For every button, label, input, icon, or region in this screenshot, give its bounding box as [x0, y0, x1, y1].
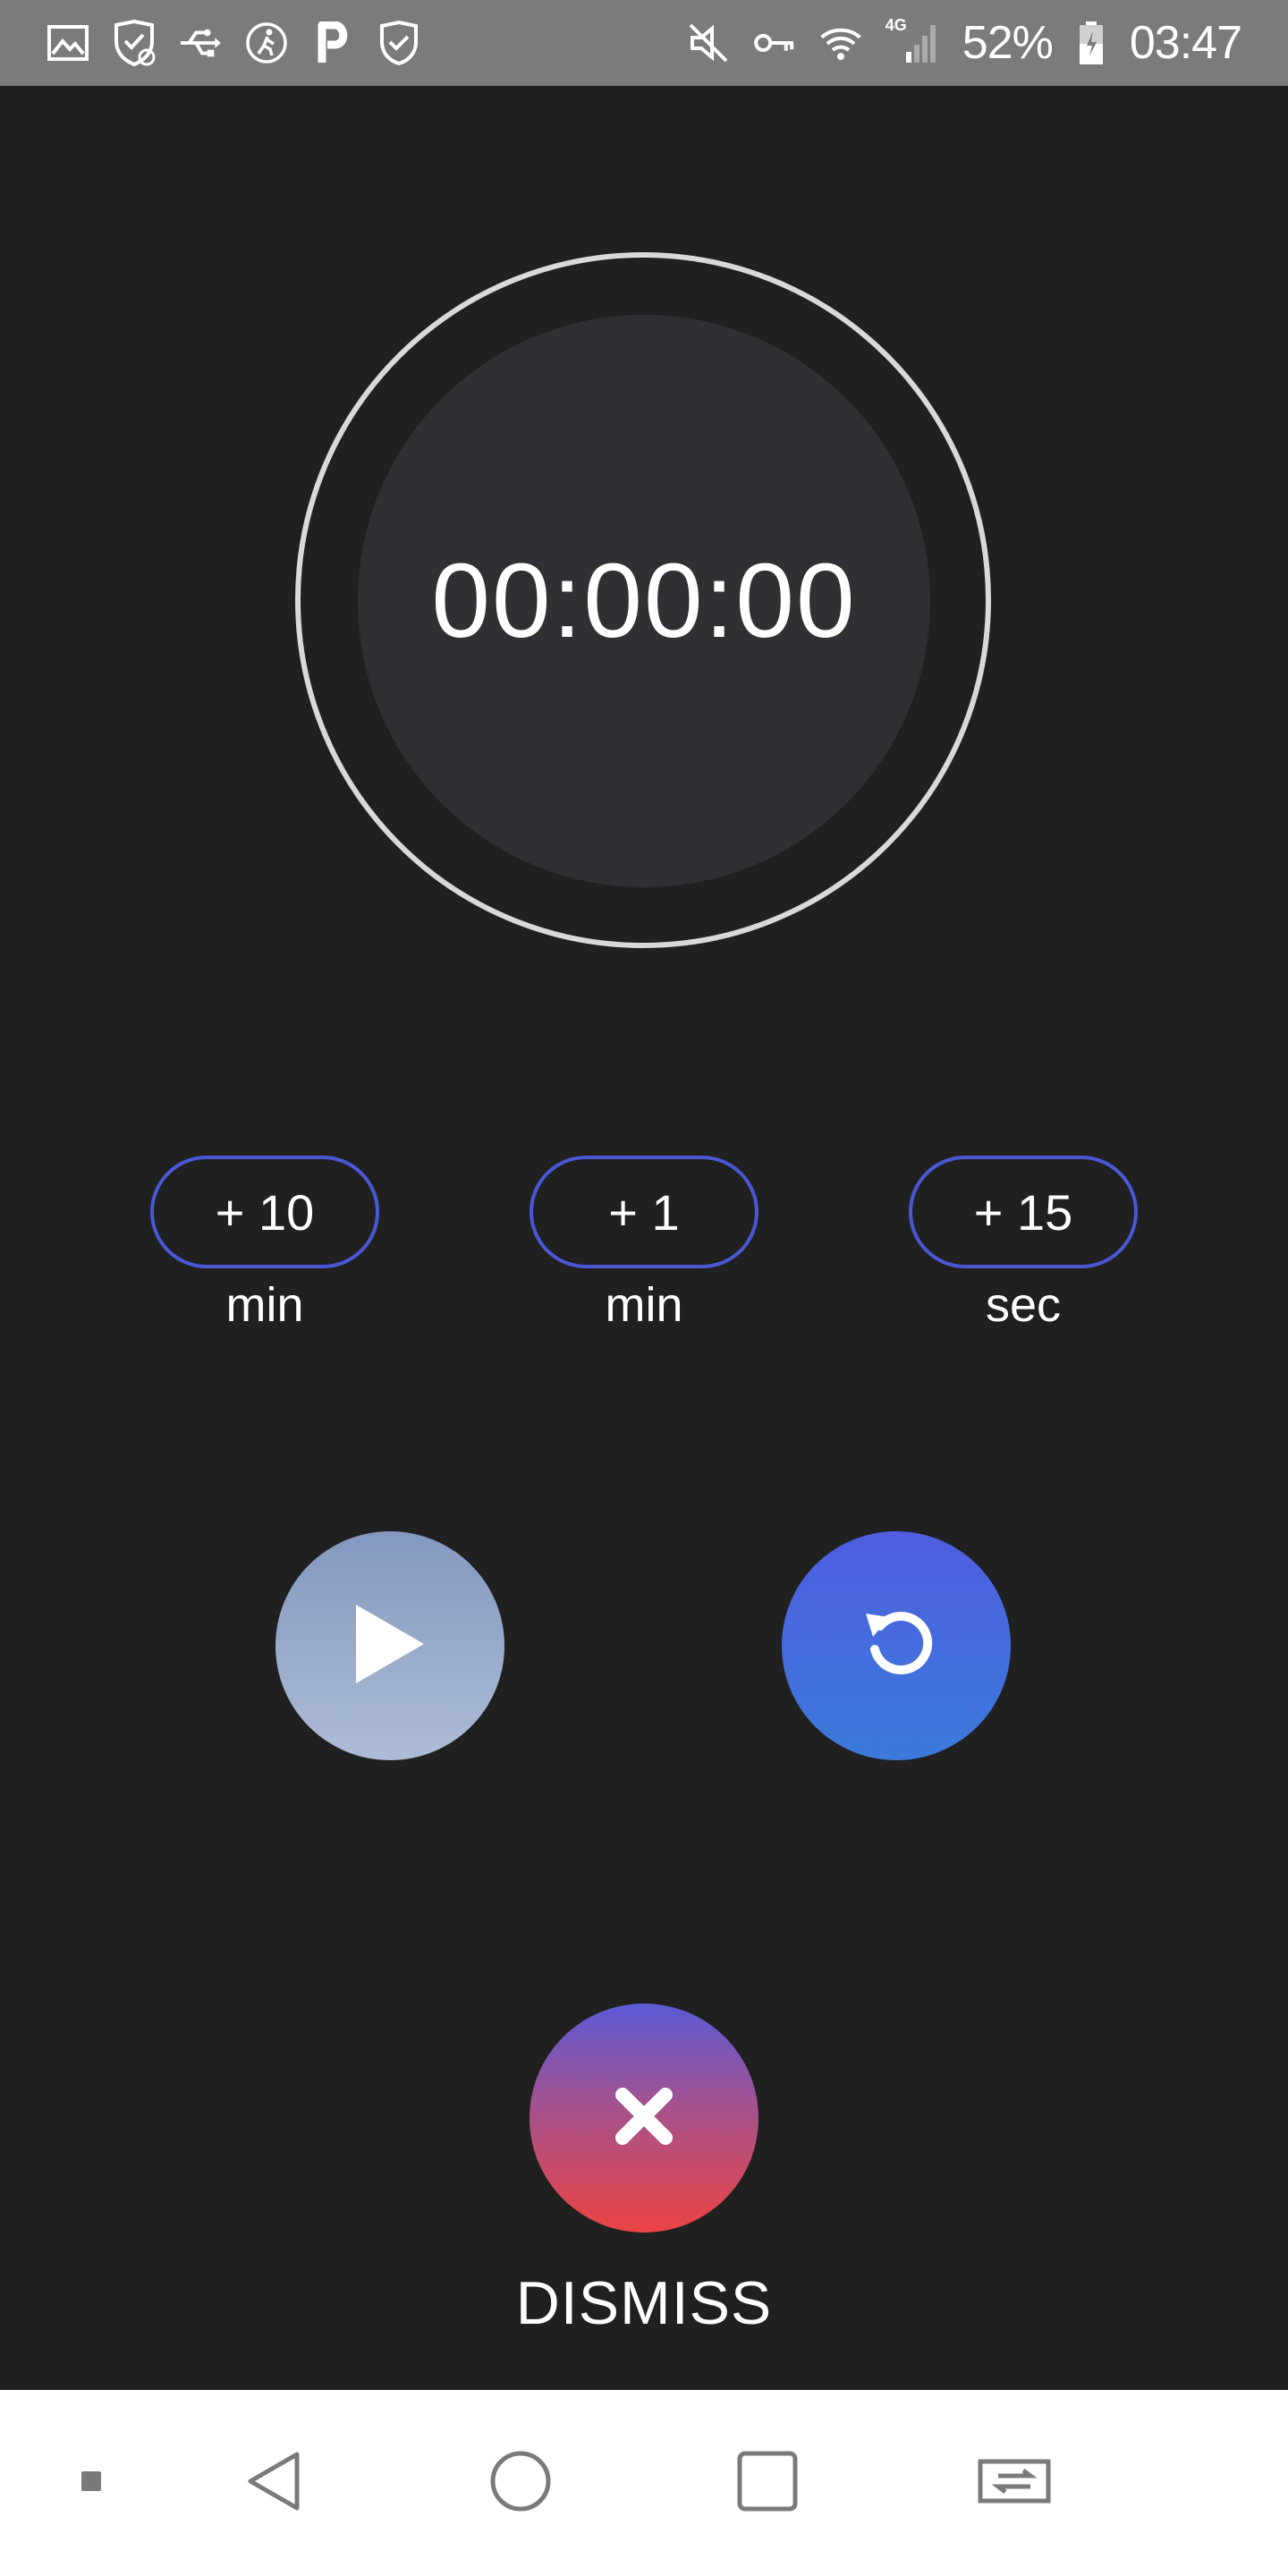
add-1-min-button[interactable]: + 1 [530, 1156, 758, 1268]
gallery-icon [47, 21, 89, 64]
back-button[interactable] [229, 2390, 318, 2576]
usb-icon [179, 21, 222, 64]
walking-icon [245, 21, 288, 64]
wifi-icon [819, 21, 862, 64]
status-right-icons: 4G 52% 03:47 [687, 16, 1242, 70]
network-label: 4G [885, 16, 907, 34]
add-10-min-button[interactable]: + 10 [150, 1156, 379, 1268]
status-bar: 4G 52% 03:47 [0, 0, 1288, 86]
add-15-sec-button[interactable]: + 15 [909, 1156, 1138, 1268]
home-icon [488, 2449, 553, 2518]
reset-button[interactable] [782, 1531, 1011, 1760]
dismiss-label: DISMISS [515, 2269, 773, 2337]
dismiss-button[interactable] [530, 2004, 758, 2233]
reset-icon [853, 1601, 939, 1691]
increment-unit: min [605, 1278, 683, 1332]
increment-unit: min [225, 1278, 304, 1332]
notification-dot-button[interactable] [64, 2390, 118, 2576]
notification-dot-icon [80, 2470, 103, 2497]
switch-app-icon [975, 2453, 1054, 2514]
increment-15-sec: + 15 sec [909, 1156, 1138, 1333]
status-left-icons [47, 20, 420, 66]
increment-unit: sec [985, 1278, 1062, 1332]
home-button[interactable] [476, 2390, 565, 2576]
increment-10-min: + 10 min [150, 1156, 379, 1333]
status-time: 03:47 [1129, 17, 1242, 69]
p-icon [311, 21, 354, 64]
shield-check-icon [377, 21, 420, 65]
navigation-bar [0, 2390, 1288, 2576]
battery-percent: 52% [962, 17, 1054, 69]
back-icon [243, 2449, 304, 2518]
recents-icon [735, 2449, 800, 2518]
close-icon [612, 2084, 676, 2153]
shield-sync-icon [113, 20, 156, 66]
play-button[interactable] [275, 1531, 504, 1760]
vpn-key-icon [753, 21, 796, 64]
signal-4g-icon: 4G [886, 16, 939, 64]
timer-face[interactable]: 00:00:00 [358, 315, 930, 887]
battery-icon [1076, 21, 1106, 64]
increment-1-min: + 1 min [530, 1156, 758, 1333]
play-icon [352, 1603, 428, 1690]
recents-button[interactable] [723, 2390, 812, 2576]
switch-app-button[interactable] [970, 2390, 1059, 2576]
timer-screen: 00:00:00 + 10 min + 1 min + 15 sec DISMI… [0, 86, 1288, 2390]
timer-display: 00:00:00 [431, 542, 857, 660]
mute-icon [687, 21, 730, 64]
